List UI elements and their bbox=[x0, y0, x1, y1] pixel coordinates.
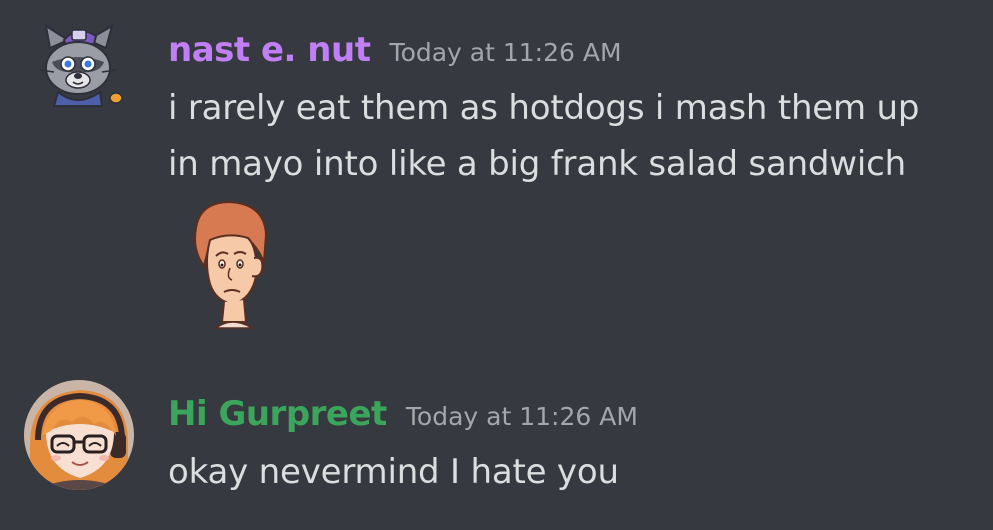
message-content: i rarely eat them as hotdogs i mash them… bbox=[168, 80, 919, 192]
timestamp[interactable]: Today at 11:26 AM bbox=[390, 38, 622, 67]
chat-message: nast e. nut Today at 11:26 AM i rarely e… bbox=[0, 18, 993, 348]
user-avatar[interactable] bbox=[24, 380, 134, 490]
message-header: Hi Gurpreet Today at 11:26 AM bbox=[168, 394, 638, 434]
chat-message: Hi Gurpreet Today at 11:26 AM okay never… bbox=[0, 380, 993, 510]
message-header: nast e. nut Today at 11:26 AM bbox=[168, 30, 622, 70]
message-content: okay nevermind I hate you bbox=[168, 444, 619, 500]
message-line: okay nevermind I hate you bbox=[168, 452, 619, 492]
message-line: i rarely eat them as hotdogs i mash them… bbox=[168, 88, 920, 128]
username[interactable]: nast e. nut bbox=[168, 30, 371, 70]
sad-man-sticker-icon bbox=[194, 200, 268, 329]
timestamp[interactable]: Today at 11:26 AM bbox=[406, 402, 638, 431]
message-line: in mayo into like a big frank salad sand… bbox=[168, 144, 907, 184]
user-avatar[interactable] bbox=[30, 18, 126, 114]
sticker-attachment[interactable] bbox=[186, 198, 276, 330]
anime-girl-glasses-icon bbox=[24, 380, 134, 490]
raccoon-cartoon-icon bbox=[39, 23, 123, 107]
username[interactable]: Hi Gurpreet bbox=[168, 394, 387, 434]
